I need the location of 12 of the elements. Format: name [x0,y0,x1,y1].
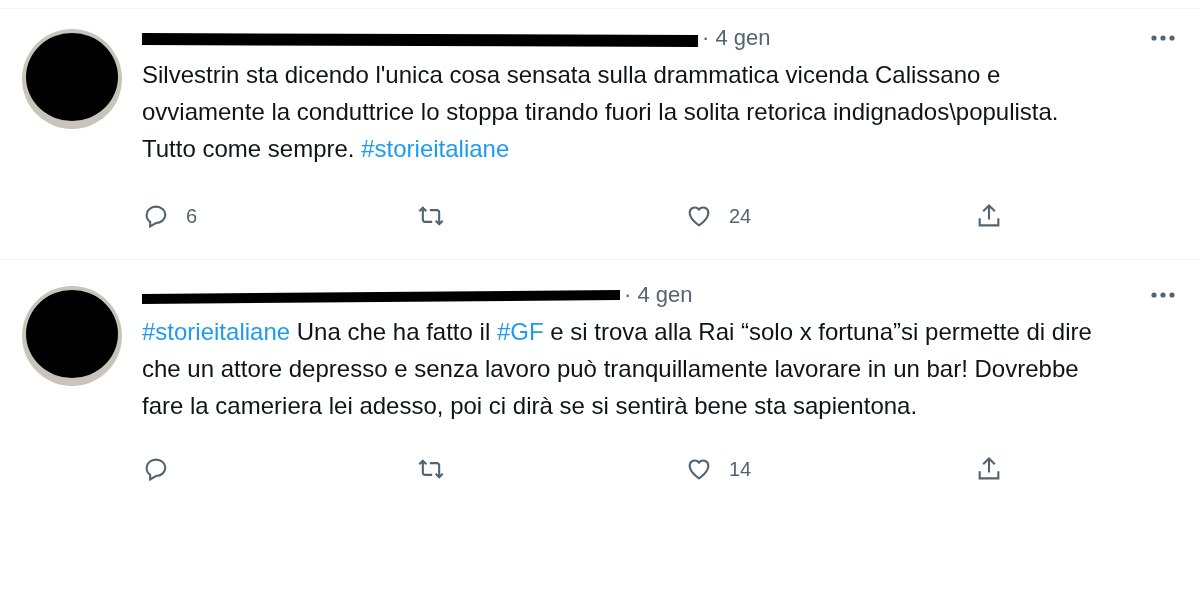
hashtag-link[interactable]: #storieitaliane [142,318,291,345]
like-count: 24 [729,204,752,229]
more-icon[interactable] [1150,290,1176,299]
tweet-text: Silvestrin sta dicendo l'unica cosa sensata sulla drammatica vicenda Calissano e ovviamente la conduttrice lo stoppa tirando fuori la solita retorica indignados\populista. Tutto come sempre. #storieitaliane [142,60,1060,164]
like-count: 14 [729,457,752,482]
more-icon[interactable] [1150,33,1176,42]
reply-count: 6 [186,204,198,229]
tweet-time[interactable]: · 4 gen [702,21,771,54]
tweet-text: #storieitaliane Una che ha fatto il #GF e si trova alla Rai “solo x fortuna”si permette di dire che un attore depresso e senza lavoro può tranquillamente lavorare in un bar! Dovrebbe fare la cameriera lei adesso, poi ci dirà se si sentirà bene sta sapientona. [142,317,1092,421]
hashtag-link[interactable]: #GF [496,318,544,345]
hashtag-link[interactable]: #storieitaliane [361,135,510,162]
tweet-time[interactable]: · 4 gen [624,278,693,311]
